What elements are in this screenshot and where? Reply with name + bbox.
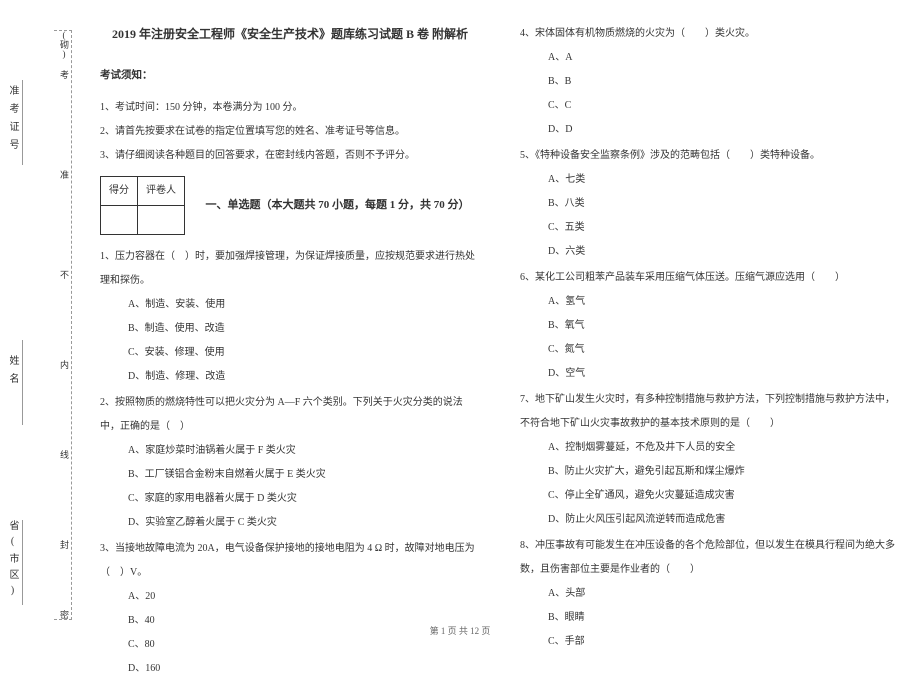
question-option: D、实验室乙醇着火属于 C 类火灾 <box>128 511 480 535</box>
question-stem: 4、宋体固体有机物质燃烧的火灾为（ ）类火灾。 <box>520 22 900 46</box>
question-option: B、制造、使用、改造 <box>128 317 480 341</box>
question-option: D、160 <box>128 657 480 681</box>
seal-label-6: 密 <box>58 610 71 619</box>
question-option: A、家庭炒菜时油锅着火属于 F 类火灾 <box>128 439 480 463</box>
score-table: 得分 评卷人 <box>100 176 185 235</box>
question-2: 2、按照物质的燃烧特性可以把火灾分为 A—F 六个类别。下列关于火灾分类的说法中… <box>100 391 480 535</box>
question-option: A、A <box>548 46 900 70</box>
label-name: 姓名 <box>5 355 20 391</box>
question-option: B、B <box>548 70 900 94</box>
fill-line-2 <box>22 340 23 425</box>
notice-list: 1、考试时间：150 分钟，本卷满分为 100 分。 2、请首先按要求在试卷的指… <box>100 96 480 168</box>
label-admission-ticket: 准考证号 <box>5 85 20 157</box>
question-option: A、制造、安装、使用 <box>128 293 480 317</box>
score-header-score: 得分 <box>101 176 138 205</box>
label-province: 省(市区) <box>5 520 20 602</box>
question-8: 8、冲压事故有可能发生在冲压设备的各个危险部位，但以发生在模具行程间为绝大多数，… <box>520 534 900 654</box>
question-option: C、安装、修理、使用 <box>128 341 480 365</box>
notice-heading: 考试须知： <box>100 63 480 88</box>
section-header-row: 得分 评卷人 一、单选题（本大题共 70 小题，每题 1 分，共 70 分） <box>100 168 480 243</box>
left-margin-area: 准考证号 准 姓名 省(市区) 考 不 内 线 封 密 (砌) <box>0 20 80 620</box>
question-stem: 6、某化工公司粗苯产品装车采用压缩气体压送。压缩气源应选用（ ） <box>520 266 900 290</box>
seal-label-5: 封 <box>58 540 71 549</box>
question-option: B、氧气 <box>548 314 900 338</box>
seal-label-top: (砌) <box>58 30 71 59</box>
question-option: A、七类 <box>548 168 900 192</box>
question-option: B、眼睛 <box>548 606 900 630</box>
page: 准考证号 准 姓名 省(市区) 考 不 内 线 封 密 (砌) 2019 年注册… <box>0 0 920 620</box>
content-area: 2019 年注册安全工程师《安全生产技术》题库练习试题 B 卷 附解析 考试须知… <box>80 20 920 620</box>
question-option: A、氢气 <box>548 290 900 314</box>
question-option: B、40 <box>128 609 480 633</box>
seal-label-1: 考 <box>58 70 71 79</box>
score-cell-empty <box>101 205 138 234</box>
score-cell-empty <box>138 205 185 234</box>
section-1-title: 一、单选题（本大题共 70 小题，每题 1 分，共 70 分） <box>206 192 470 218</box>
question-6: 6、某化工公司粗苯产品装车采用压缩气体压送。压缩气源应选用（ ） A、氢气 B、… <box>520 266 900 386</box>
question-option: C、C <box>548 94 900 118</box>
question-3: 3、当接地故障电流为 20A，电气设备保护接地的接地电阻为 4 Ω 时，故障对地… <box>100 537 480 681</box>
question-option: C、停止全矿通风，避免火灾蔓延造成灾害 <box>548 484 900 508</box>
label-zhun: 准 <box>58 170 71 179</box>
question-option: C、手部 <box>548 630 900 654</box>
question-option: C、五类 <box>548 216 900 240</box>
right-column: 4、宋体固体有机物质燃烧的火灾为（ ）类火灾。 A、A B、B C、C D、D … <box>500 20 920 620</box>
left-column: 2019 年注册安全工程师《安全生产技术》题库练习试题 B 卷 附解析 考试须知… <box>80 20 500 620</box>
fill-line-1 <box>22 80 23 165</box>
question-option: B、八类 <box>548 192 900 216</box>
question-stem: 5、《特种设备安全监察条例》涉及的范畴包括（ ）类特种设备。 <box>520 144 900 168</box>
question-option: D、制造、修理、改造 <box>128 365 480 389</box>
fill-line-3 <box>22 520 23 605</box>
notice-item: 1、考试时间：150 分钟，本卷满分为 100 分。 <box>100 96 480 120</box>
exam-title: 2019 年注册安全工程师《安全生产技术》题库练习试题 B 卷 附解析 <box>100 20 480 49</box>
question-option: A、头部 <box>548 582 900 606</box>
question-1: 1、压力容器在（ ）时，要加强焊接管理，为保证焊接质量，应按规范要求进行热处理和… <box>100 245 480 389</box>
question-option: D、空气 <box>548 362 900 386</box>
fold-line-box <box>54 30 72 620</box>
question-4: 4、宋体固体有机物质燃烧的火灾为（ ）类火灾。 A、A B、B C、C D、D <box>520 22 900 142</box>
question-option: B、工厂镁铝合金粉末自燃着火属于 E 类火灾 <box>128 463 480 487</box>
question-option: C、80 <box>128 633 480 657</box>
question-stem: 3、当接地故障电流为 20A，电气设备保护接地的接地电阻为 4 Ω 时，故障对地… <box>100 537 480 585</box>
seal-label-2: 不 <box>58 270 71 279</box>
question-option: D、六类 <box>548 240 900 264</box>
question-option: A、20 <box>128 585 480 609</box>
question-7: 7、地下矿山发生火灾时，有多种控制措施与救护方法，下列控制措施与救护方法中，不符… <box>520 388 900 532</box>
score-header-grader: 评卷人 <box>138 176 185 205</box>
question-stem: 2、按照物质的燃烧特性可以把火灾分为 A—F 六个类别。下列关于火灾分类的说法中… <box>100 391 480 439</box>
question-option: B、防止火灾扩大，避免引起瓦斯和煤尘爆炸 <box>548 460 900 484</box>
seal-label-3: 内 <box>58 360 71 369</box>
question-option: C、家庭的家用电器着火属于 D 类火灾 <box>128 487 480 511</box>
question-5: 5、《特种设备安全监察条例》涉及的范畴包括（ ）类特种设备。 A、七类 B、八类… <box>520 144 900 264</box>
notice-item: 3、请仔细阅读各种题目的回答要求，在密封线内答题，否则不予评分。 <box>100 144 480 168</box>
question-option: D、防止火风压引起风流逆转而造成危害 <box>548 508 900 532</box>
seal-label-4: 线 <box>58 450 71 459</box>
question-option: D、D <box>548 118 900 142</box>
question-option: A、控制烟雾蔓延，不危及井下人员的安全 <box>548 436 900 460</box>
question-option: C、氮气 <box>548 338 900 362</box>
question-stem: 1、压力容器在（ ）时，要加强焊接管理，为保证焊接质量，应按规范要求进行热处理和… <box>100 245 480 293</box>
question-stem: 7、地下矿山发生火灾时，有多种控制措施与救护方法，下列控制措施与救护方法中，不符… <box>520 388 900 436</box>
question-stem: 8、冲压事故有可能发生在冲压设备的各个危险部位，但以发生在模具行程间为绝大多数，… <box>520 534 900 582</box>
notice-item: 2、请首先按要求在试卷的指定位置填写您的姓名、准考证号等信息。 <box>100 120 480 144</box>
